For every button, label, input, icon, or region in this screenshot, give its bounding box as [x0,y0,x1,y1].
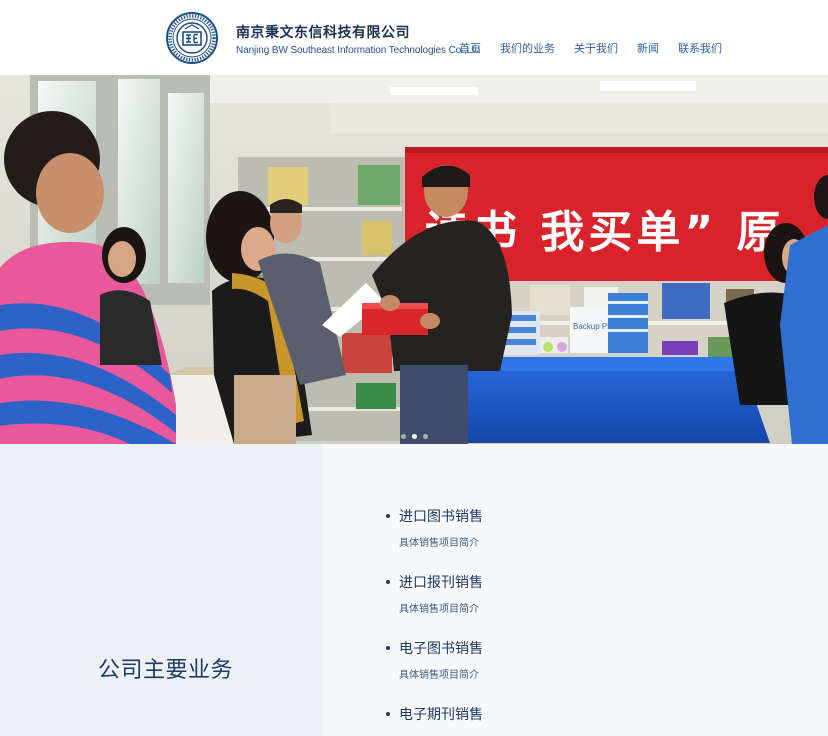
slider-dot[interactable] [422,434,428,439]
business-item[interactable]: 电子图书销售 具体销售项目简介 [386,640,483,681]
business-title-panel: 公司主要业务 [0,444,323,736]
business-item[interactable]: 进口图书销售 具体销售项目简介 [386,508,483,549]
business-section-title: 公司主要业务 [98,658,234,683]
business-item-desc: 具体销售项目简介 [399,670,479,681]
company-name-en: Nanjing BW Southeast Information Technol… [236,45,481,56]
business-list: 进口图书销售 具体销售项目简介 进口报刊销售 具体销售项目简介 电子图书销售 具… [323,444,828,736]
business-section: 公司主要业务 进口图书销售 具体销售项目简介 进口报刊销售 具体销售项目简介 电… [0,444,828,736]
business-item-desc: 具体销售项目简介 [399,604,479,615]
business-item-name: 电子图书销售 [399,641,483,657]
bullet-icon [386,645,390,650]
company-logo-icon[interactable] [166,12,218,64]
business-item-name: 进口报刊销售 [399,575,483,591]
bullet-icon [386,579,390,584]
business-item-name: 进口图书销售 [399,509,483,525]
hero-slider[interactable]: 读书 我买单” 原 Backup Plus [0,75,828,444]
bullet-icon [386,711,390,716]
business-item-name: 电子期刊销售 [399,707,483,723]
slider-dots [0,434,828,439]
nav-about-us[interactable]: 关于我们 [574,40,618,56]
slider-dot-active[interactable] [411,434,417,439]
business-item-desc: 具体销售项目简介 [399,538,479,549]
site-header: 南京秉文东信科技有限公司 Nanjing BW Southeast Inform… [0,0,828,75]
brand[interactable]: 南京秉文东信科技有限公司 Nanjing BW Southeast Inform… [236,24,480,57]
main-nav: 首页 我们的业务 关于我们 新闻 联系我们 [459,40,741,56]
hero-photo: 读书 我买单” 原 Backup Plus [0,75,828,444]
business-item[interactable]: 电子期刊销售 [386,706,483,724]
nav-contact-us[interactable]: 联系我们 [678,40,722,56]
business-item[interactable]: 进口报刊销售 具体销售项目简介 [386,574,483,615]
nav-home[interactable]: 首页 [459,40,481,56]
company-name-cn: 南京秉文东信科技有限公司 [236,25,410,41]
nav-news[interactable]: 新闻 [637,40,659,56]
nav-our-business[interactable]: 我们的业务 [500,40,555,56]
bullet-icon [386,513,390,518]
slider-dot[interactable] [400,434,406,439]
